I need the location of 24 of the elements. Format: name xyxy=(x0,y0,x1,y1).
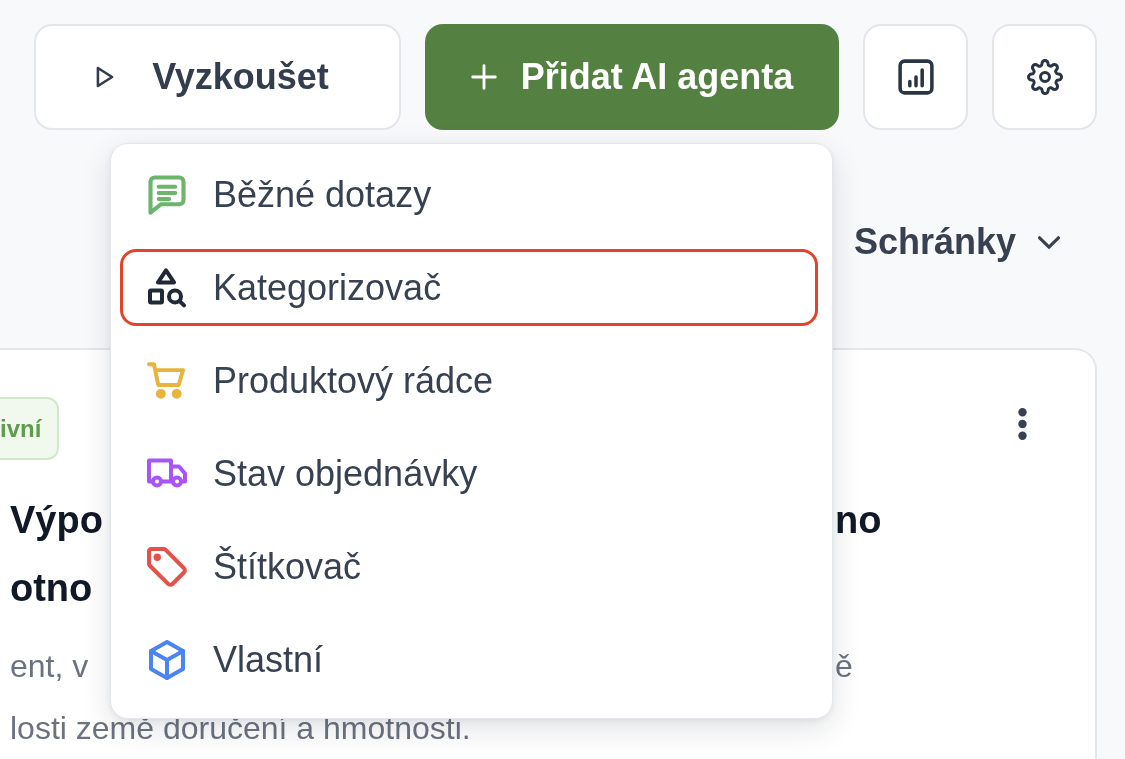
menu-item[interactable]: Stav objednávky xyxy=(120,435,818,512)
settings-button[interactable] xyxy=(992,24,1097,130)
menu-item[interactable]: Kategorizovač xyxy=(120,249,818,326)
menu-item[interactable]: Vlastní xyxy=(120,621,818,698)
play-icon xyxy=(96,66,115,88)
statistics-button[interactable] xyxy=(863,24,968,130)
card-description: ě xyxy=(835,647,853,686)
card-description: losti země doručení a hmotnosti. xyxy=(10,709,471,748)
inbox-filter-dropdown[interactable]: Schránky xyxy=(853,217,1060,267)
bar-chart-icon xyxy=(897,59,934,95)
vertical-dots-icon[interactable] xyxy=(1018,408,1027,440)
card-description: ent, v xyxy=(10,647,89,686)
card-title: Výpo xyxy=(10,498,103,543)
menu-item[interactable]: Štítkovač xyxy=(120,528,818,605)
card-title: otno xyxy=(10,566,93,611)
settings-icon xyxy=(1026,59,1063,95)
card-title: no xyxy=(835,498,882,543)
menu-item[interactable]: Produktový rádce xyxy=(120,342,818,419)
plus-icon xyxy=(470,64,497,90)
chevron-down-icon xyxy=(1038,235,1060,249)
add-agent-button[interactable]: Přidat AI agenta xyxy=(425,24,839,130)
menu-item[interactable]: Běžné dotazy xyxy=(120,156,818,233)
status-badge: ivní xyxy=(0,397,60,460)
try-button[interactable]: Vyzkoušet xyxy=(34,24,401,130)
